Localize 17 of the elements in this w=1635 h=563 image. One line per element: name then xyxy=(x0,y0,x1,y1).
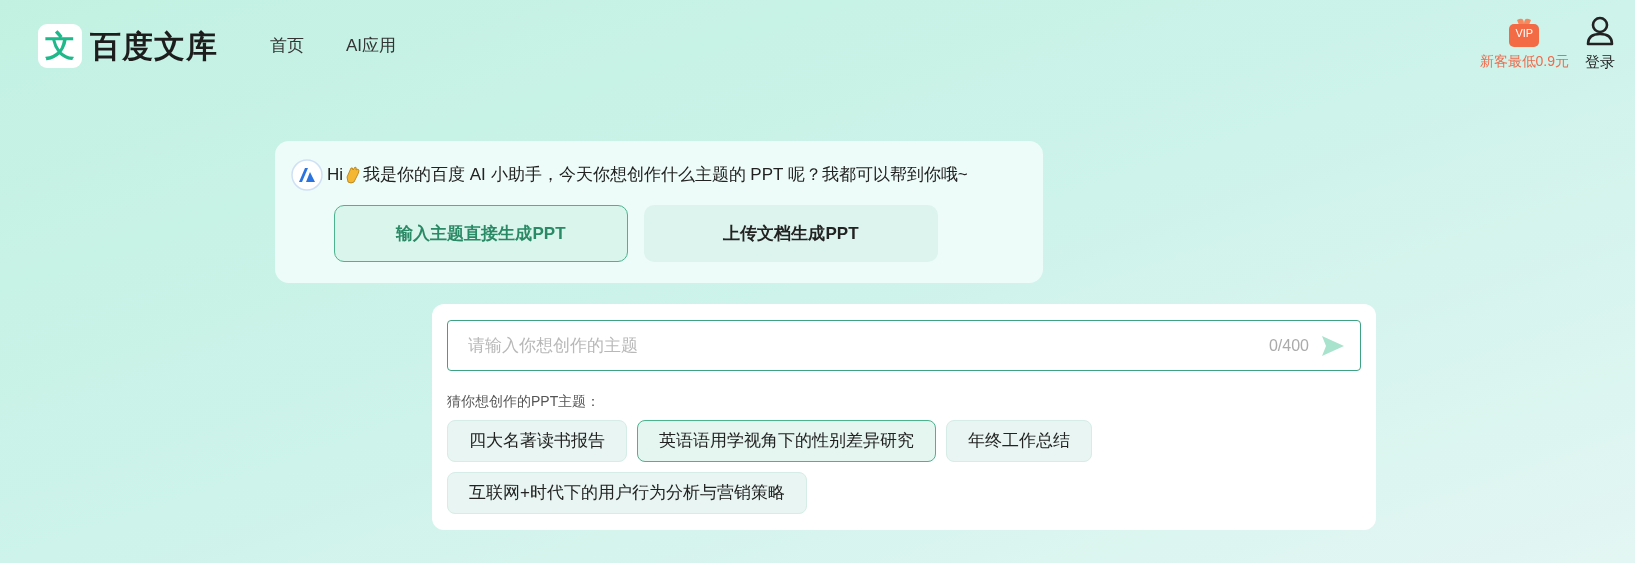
topic-chip[interactable]: 年终工作总结 xyxy=(946,420,1092,462)
user-icon[interactable] xyxy=(1586,16,1614,46)
topic-chip[interactable]: 英语语用学视角下的性别差异研究 xyxy=(637,420,936,462)
greeting-text: 我是你的百度 AI 小助手，今天你想创作什么主题的 PPT 呢？我都可以帮到你哦~ xyxy=(363,164,968,187)
assistant-avatar-icon xyxy=(291,159,323,191)
mode-button[interactable]: 输入主题直接生成PPT xyxy=(334,205,628,262)
topic-chip[interactable]: 互联网+时代下的用户行为分析与营销策略 xyxy=(447,472,807,514)
nav-link[interactable]: AI应用 xyxy=(346,33,397,59)
logo-text: 百度文库 xyxy=(90,30,218,62)
nav-link[interactable]: 首页 xyxy=(270,33,304,59)
mode-button[interactable]: 上传文档生成PPT xyxy=(644,205,938,262)
topic-chip[interactable]: 四大名著读书报告 xyxy=(447,420,627,462)
suggestion-label: 猜你想创作的PPT主题： xyxy=(447,392,601,411)
vip-label: VIP xyxy=(1514,28,1535,39)
greeting-text: Hi xyxy=(327,164,344,187)
login-link[interactable]: 登录 xyxy=(1585,51,1615,74)
character-counter: 0/400 xyxy=(1268,335,1309,356)
